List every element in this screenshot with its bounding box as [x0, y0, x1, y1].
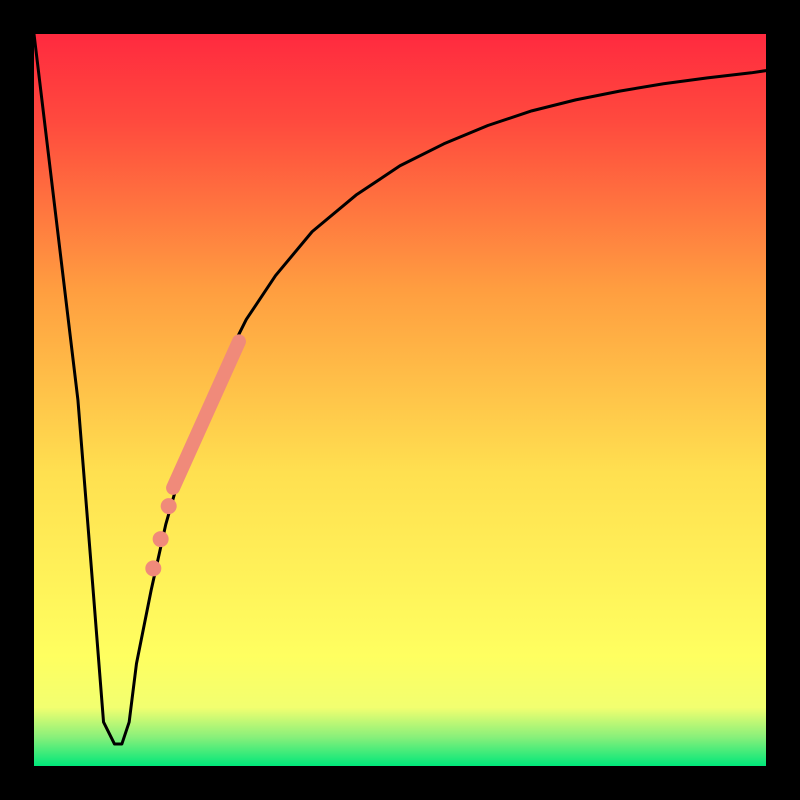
chart-stage: TheBottleneck.com [0, 0, 800, 800]
bottleneck-chart [0, 0, 800, 800]
highlight-dot [153, 531, 169, 547]
highlight-dot [161, 498, 177, 514]
gradient-background [34, 34, 766, 766]
highlight-dot [145, 560, 161, 576]
